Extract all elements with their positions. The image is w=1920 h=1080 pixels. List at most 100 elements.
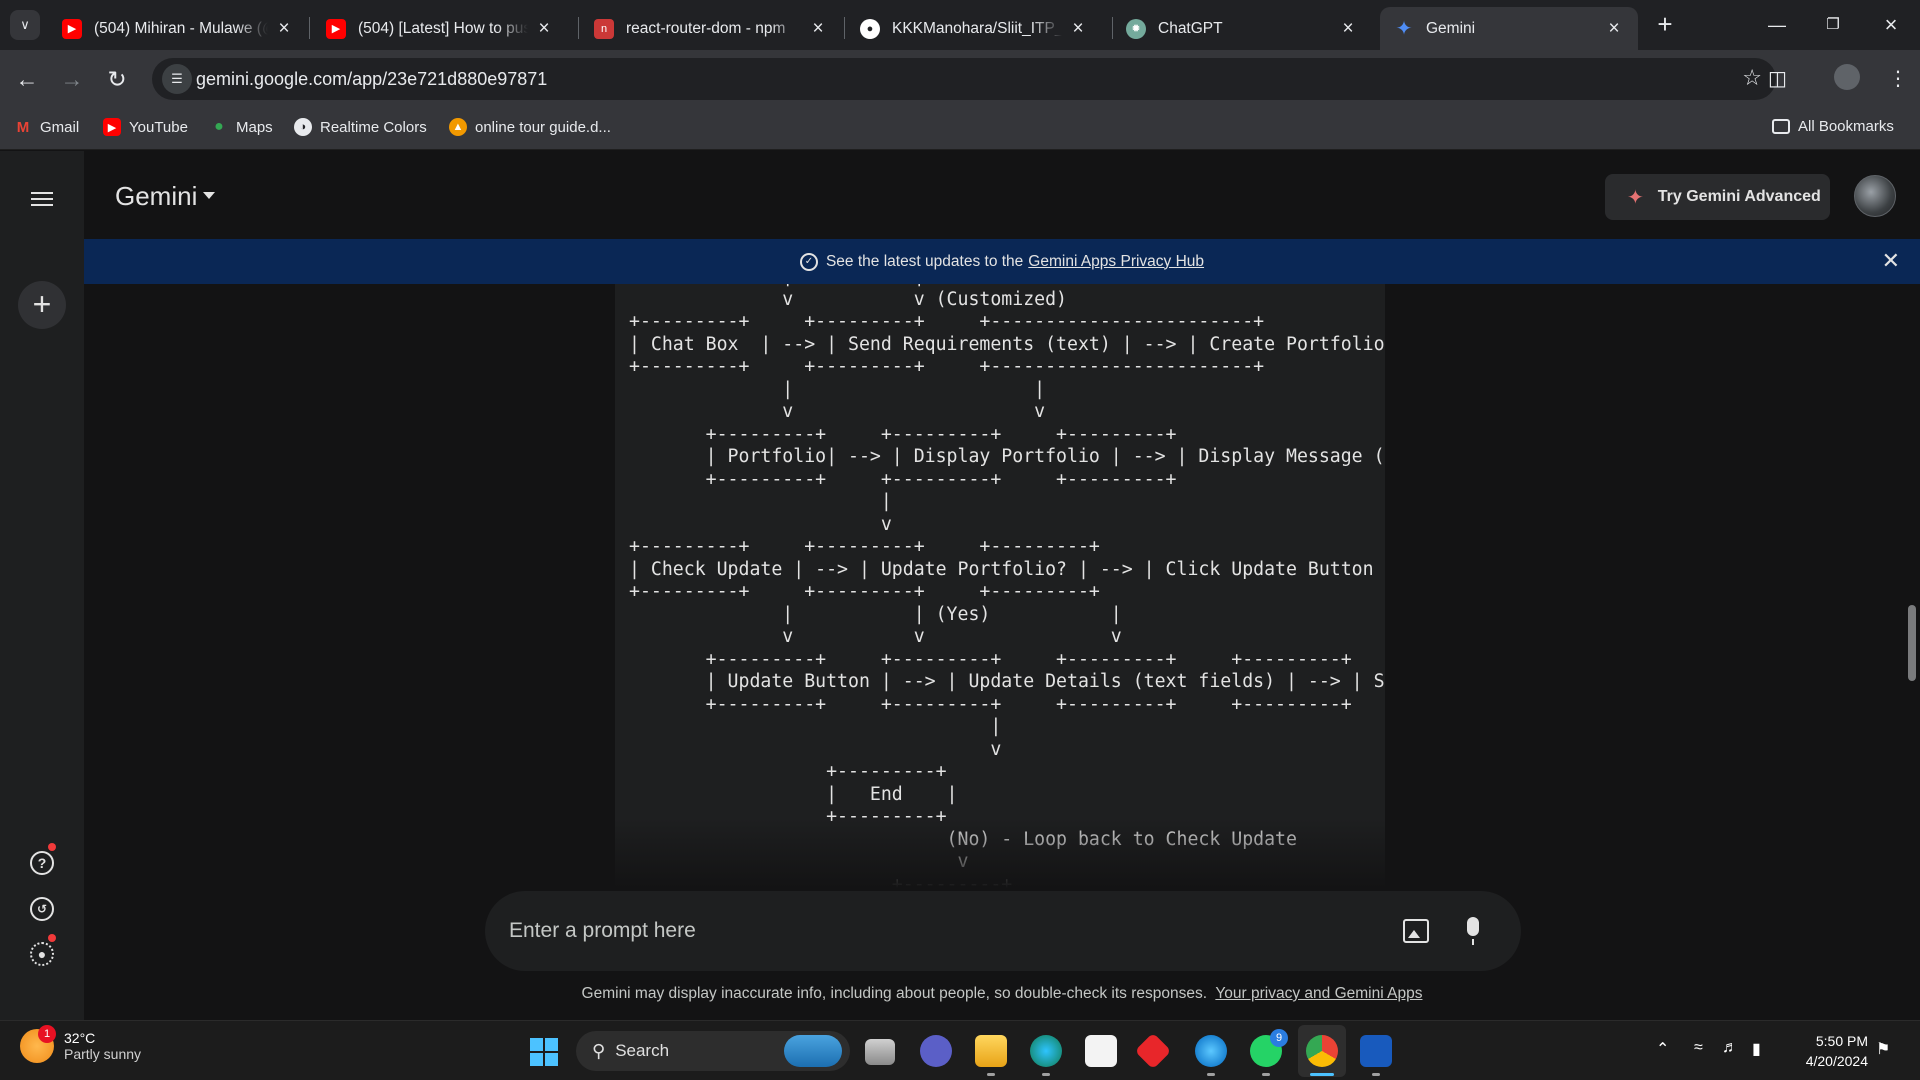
url-text[interactable]: gemini.google.com/app/23e721d880e97871 (196, 69, 547, 90)
site-info-icon[interactable]: ☰ (162, 64, 192, 94)
tab-npm[interactable]: n react-router-dom - npm × (580, 7, 842, 50)
wifi-icon[interactable]: ≈ (1694, 1039, 1703, 1057)
gemini-icon: ✦ (1395, 18, 1413, 40)
clock[interactable]: 5:50 PM 4/20/2024 (1790, 1031, 1868, 1071)
bookmark-realtime-colors[interactable]: ◑ Realtime Colors (294, 118, 427, 136)
bookmark-label: Maps (236, 118, 273, 136)
bookmark-gmail[interactable]: M Gmail (14, 118, 79, 136)
chrome-icon[interactable] (1306, 1035, 1338, 1067)
bookmarks-bar: M Gmail ▶ YouTube ● Maps ◑ Realtime Colo… (0, 108, 1920, 150)
address-bar[interactable]: ☰ gemini.google.com/app/23e721d880e97871… (152, 58, 1776, 100)
whatsapp-icon[interactable]: 9 (1250, 1029, 1288, 1067)
banner-text: See the latest updates to the (825, 252, 1024, 270)
weather-sun-icon: 1 (20, 1025, 56, 1063)
show-hidden-icons-icon[interactable]: ⌃ (1656, 1039, 1669, 1059)
anydesk-icon[interactable] (1134, 1032, 1172, 1070)
vscode-icon[interactable] (1195, 1035, 1227, 1067)
close-banner-icon[interactable]: ✕ (1882, 248, 1900, 274)
prompt-box (485, 891, 1521, 971)
time-text: 5:50 PM (1815, 1033, 1868, 1049)
settings-gear-icon[interactable]: ● (30, 942, 54, 966)
sparkle-icon: ✦ (1627, 186, 1644, 209)
account-avatar[interactable] (1854, 175, 1896, 217)
close-tab-icon[interactable]: × (1338, 18, 1358, 40)
browser-toolbar: ← → ↻ ☰ gemini.google.com/app/23e721d880… (0, 50, 1920, 108)
bookmark-star-icon[interactable]: ☆ (1742, 65, 1762, 91)
main-menu-icon[interactable] (30, 188, 54, 212)
try-gemini-advanced-button[interactable]: ✦ Try Gemini Advanced (1605, 174, 1830, 220)
privacy-link[interactable]: Your privacy and Gemini Apps (1215, 985, 1422, 1002)
settings-notification-dot (48, 934, 56, 942)
microphone-icon[interactable] (1467, 917, 1479, 945)
tab-chatgpt[interactable]: ✹ ChatGPT × (1112, 7, 1372, 50)
more-menu-icon[interactable]: ⋮ (1888, 66, 1908, 91)
gmail-icon: M (16, 118, 30, 136)
tab-youtube-push[interactable]: ▶ (504) [Latest] How to push × (312, 7, 568, 50)
privacy-hub-link[interactable]: Gemini Apps Privacy Hub (1028, 253, 1204, 271)
scrollbar-thumb[interactable] (1908, 605, 1916, 681)
close-tab-icon[interactable]: × (1068, 18, 1088, 40)
battery-icon[interactable]: ▮ (1752, 1039, 1761, 1059)
help-icon[interactable]: ? (30, 851, 54, 875)
close-tab-icon[interactable]: × (1604, 18, 1624, 40)
npm-icon: n (594, 18, 614, 39)
minimize-button[interactable]: — (1762, 10, 1792, 40)
new-tab-button[interactable]: + (1650, 10, 1680, 40)
tab-youtube-mihiran[interactable]: ▶ (504) Mihiran - Mulawe (@ × (48, 7, 308, 50)
close-tab-icon[interactable]: × (274, 18, 294, 40)
tab-search-button[interactable]: ∨ (10, 10, 40, 40)
ascii-flowchart: | | v v (Customized) +---------+ +------… (629, 284, 1385, 888)
bookmark-maps[interactable]: ● Maps (210, 118, 273, 136)
tab-separator (309, 17, 310, 39)
profile-avatar-icon[interactable] (1834, 64, 1860, 90)
disclaimer: Gemini may display inaccurate info, incl… (0, 985, 1920, 1003)
windows-start-icon[interactable] (530, 1038, 558, 1066)
caret-down-icon[interactable] (203, 192, 215, 199)
youtube-icon: ▶ (326, 18, 346, 39)
tab-gemini[interactable]: ✦ Gemini × (1380, 7, 1638, 50)
upload-image-icon[interactable] (1403, 919, 1429, 943)
close-tab-icon[interactable]: × (808, 18, 828, 40)
bookmark-tour-guide[interactable]: ▲ online tour guide.d... (449, 118, 611, 136)
edge-icon[interactable] (1030, 1035, 1062, 1067)
teams-chat-icon[interactable] (920, 1035, 952, 1067)
close-tab-icon[interactable]: × (534, 18, 554, 40)
taskbar-search[interactable]: ⚲ Search (576, 1031, 850, 1071)
temperature-text: 32°C (64, 1030, 96, 1046)
gemini-title[interactable]: Gemini (115, 181, 197, 212)
bookmark-label: online tour guide.d... (475, 118, 611, 136)
whatsapp-badge: 9 (1270, 1029, 1288, 1047)
bookmark-youtube[interactable]: ▶ YouTube (103, 118, 188, 136)
gemini-app: + ? ↺ ● Gemini ✦ Try Gemini Advanced ✓ S… (0, 151, 1920, 1020)
tab-title: (504) Mihiran - Mulawe (@ (94, 19, 268, 37)
prompt-input[interactable] (509, 911, 1309, 951)
volume-icon[interactable]: ♬ (1722, 1039, 1738, 1057)
extensions-icon[interactable]: ◫ (1768, 66, 1787, 91)
word-icon[interactable] (1360, 1035, 1392, 1067)
notifications-bell-icon[interactable]: ⚑ (1876, 1039, 1890, 1059)
weather-widget[interactable]: 1 32°C Partly sunny (20, 1025, 141, 1063)
file-explorer-icon[interactable] (975, 1035, 1007, 1067)
code-block: | | v v (Customized) +---------+ +------… (615, 284, 1385, 888)
tab-title: react-router-dom - npm (626, 19, 786, 37)
help-notification-dot (48, 843, 56, 851)
back-button[interactable]: ← (12, 64, 42, 94)
all-bookmarks[interactable]: All Bookmarks (1772, 118, 1894, 135)
task-view-icon[interactable] (865, 1039, 895, 1065)
close-window-button[interactable]: × (1876, 10, 1906, 40)
new-chat-button[interactable]: + (18, 281, 66, 329)
bookmark-label: Gmail (40, 118, 80, 136)
folder-icon (1772, 119, 1790, 134)
search-icon: ⚲ (592, 1040, 606, 1061)
restore-button[interactable]: ❐ (1818, 10, 1848, 40)
all-bookmarks-label: All Bookmarks (1798, 118, 1894, 135)
privacy-banner: ✓ See the latest updates to the Gemini A… (84, 239, 1920, 284)
chevron-down-icon: ∨ (20, 17, 30, 32)
chatgpt-icon: ✹ (1126, 18, 1146, 39)
activity-history-icon[interactable]: ↺ (30, 897, 54, 921)
forward-button[interactable]: → (57, 64, 87, 94)
reload-button[interactable]: ↻ (102, 64, 132, 94)
microsoft-store-icon[interactable] (1085, 1035, 1117, 1067)
tab-github[interactable]: ● KKKManohara/Sliit_ITP_Pr × (846, 7, 1102, 50)
tour-guide-icon: ▲ (449, 118, 467, 136)
